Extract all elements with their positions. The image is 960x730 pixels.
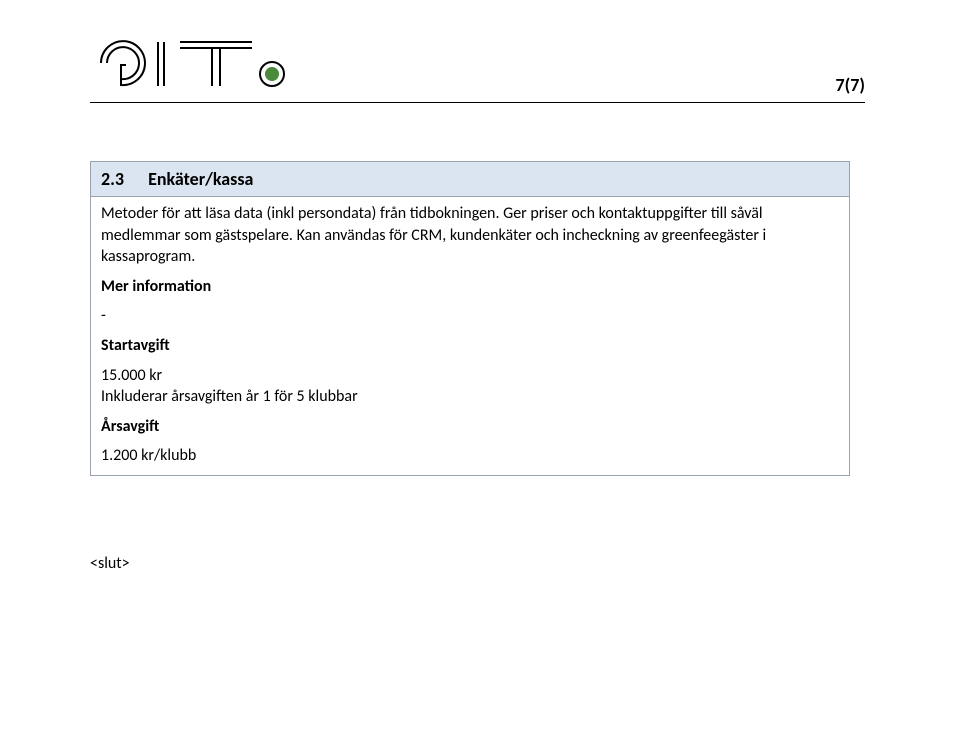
more-info-label: Mer information <box>101 276 839 298</box>
start-fee-label: Startavgift <box>101 335 839 357</box>
end-marker: <slut> <box>90 554 865 573</box>
intro-paragraph: Metoder för att läsa data (inkl personda… <box>101 203 839 268</box>
section-number: 2.3 <box>101 168 124 190</box>
page: 7(7) 2.3 Enkäter/kassa Metoder för att l… <box>0 0 960 730</box>
git-logo <box>90 30 300 98</box>
section-title: Enkäter/kassa <box>148 168 253 190</box>
more-info-value: - <box>101 305 839 327</box>
start-fee-includes: Inkluderar årsavgiften år 1 för 5 klubba… <box>101 386 839 408</box>
start-fee-amount: 15.000 kr <box>101 365 839 387</box>
header-rule <box>90 102 865 103</box>
section-body: Metoder för att läsa data (inkl personda… <box>91 197 849 475</box>
page-number: 7(7) <box>836 74 865 98</box>
page-header: 7(7) <box>90 30 865 98</box>
annual-fee-amount: 1.200 kr/klubb <box>101 445 839 467</box>
content-box: 2.3 Enkäter/kassa Metoder för att läsa d… <box>90 161 850 476</box>
section-header: 2.3 Enkäter/kassa <box>91 162 849 197</box>
annual-fee-label: Årsavgift <box>101 416 839 438</box>
